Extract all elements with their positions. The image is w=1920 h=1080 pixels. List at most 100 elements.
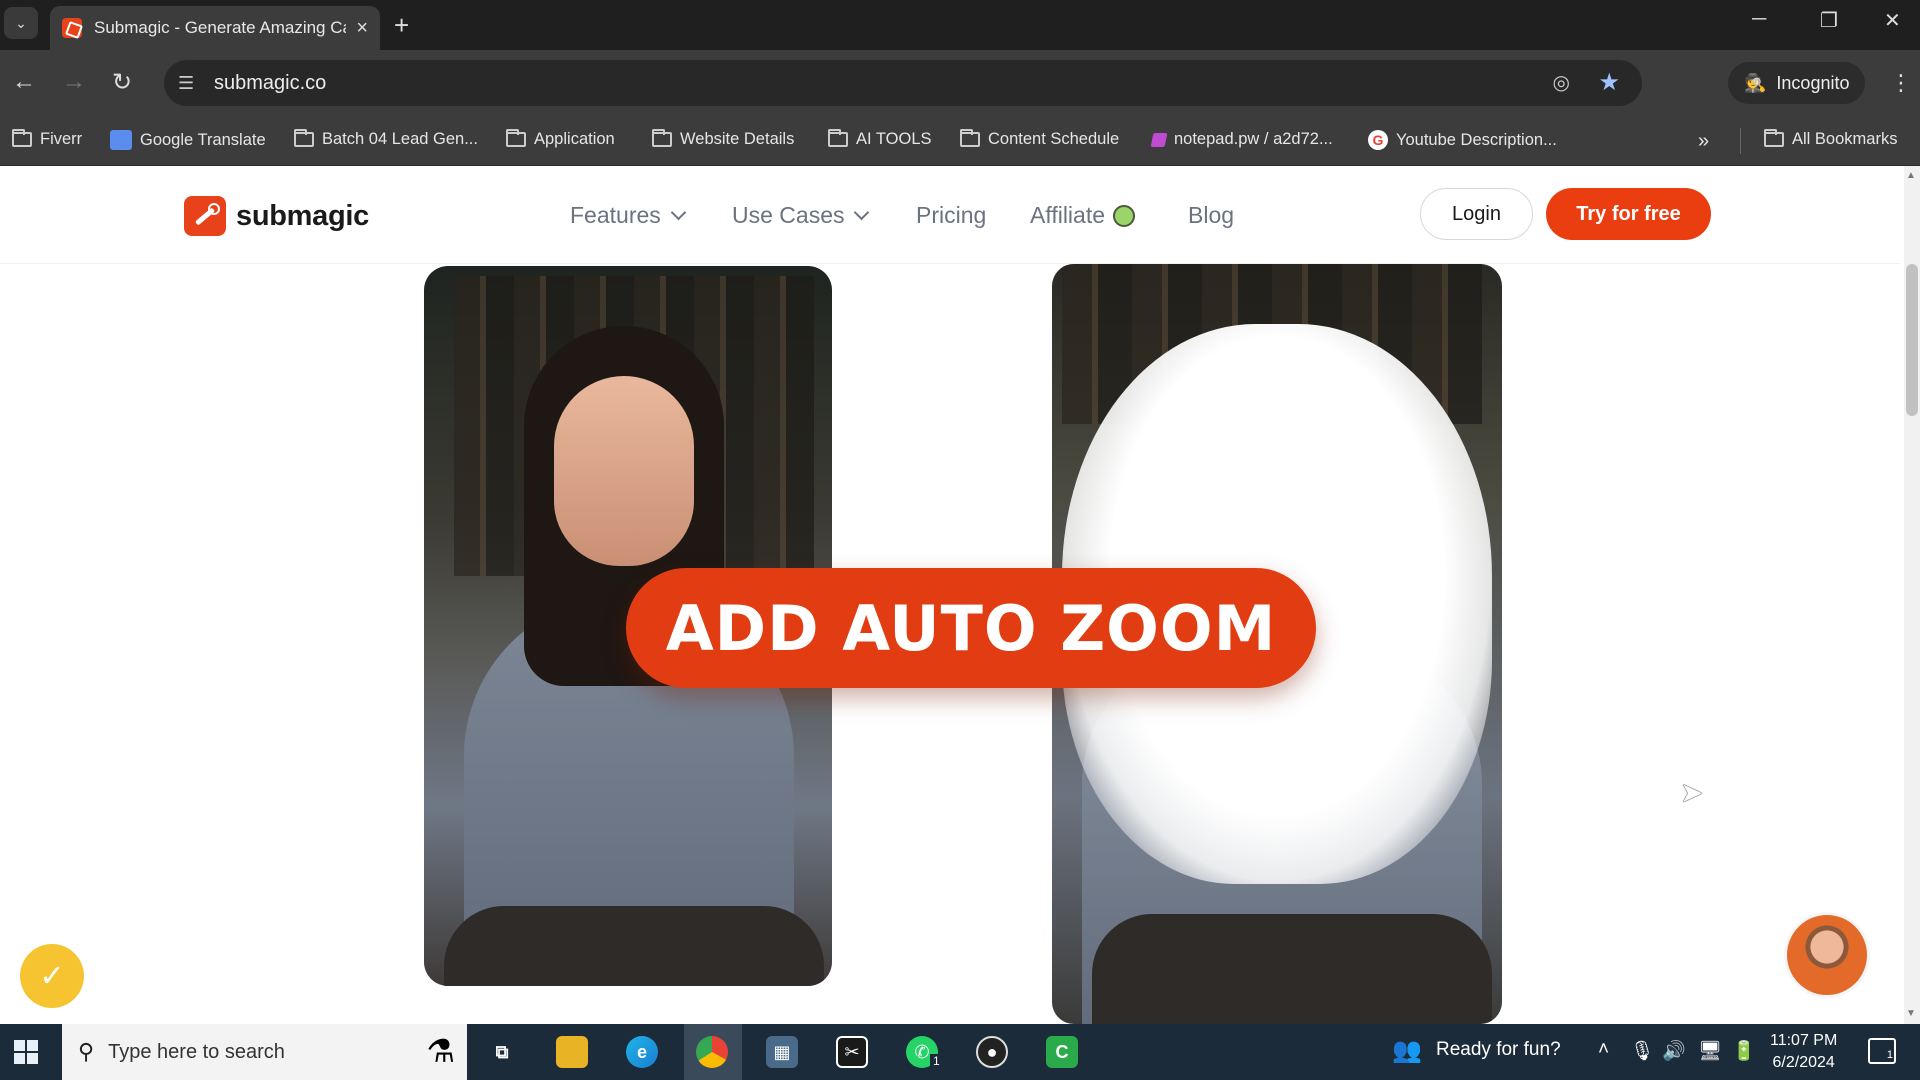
incognito-indicator[interactable]: 🕵 Incognito xyxy=(1728,62,1866,104)
calculator-icon[interactable]: ▦ xyxy=(766,1036,798,1068)
submagic-logo-icon xyxy=(184,196,226,236)
capcut-icon[interactable]: ✂ xyxy=(836,1036,868,1068)
web-page: submagic Features Use Cases Pricing Affi… xyxy=(0,166,1920,1024)
nav-blog[interactable]: Blog xyxy=(1188,202,1234,229)
chevron-down-icon xyxy=(670,204,687,221)
nav-label: Features xyxy=(570,202,661,228)
site-settings-icon[interactable]: ☰ xyxy=(178,73,202,94)
nav-label: Blog xyxy=(1188,202,1235,228)
folder-icon xyxy=(652,129,672,147)
chevron-down-icon: ⌄ xyxy=(15,14,27,31)
nav-label: Use Cases xyxy=(732,202,845,228)
submagic-logo[interactable]: submagic xyxy=(184,196,369,236)
bookmarks-divider xyxy=(1740,128,1741,154)
folder-icon xyxy=(12,129,32,147)
show-hidden-icons-chevron-icon[interactable]: ˄ xyxy=(1598,1039,1609,1061)
folder-icon xyxy=(294,129,314,147)
nav-affiliate[interactable]: Affiliate xyxy=(1030,202,1136,229)
file-explorer-icon[interactable] xyxy=(556,1036,588,1068)
bookmark-application[interactable]: Application xyxy=(506,129,615,149)
try-for-free-button[interactable]: Try for free xyxy=(1546,188,1711,240)
restore-button[interactable]: ❐ xyxy=(1820,8,1838,33)
bookmark-label: AI TOOLS xyxy=(856,130,932,148)
tab-search-button[interactable]: ⌄ xyxy=(4,7,38,39)
science-lab-icon: ⚗ xyxy=(426,1033,455,1069)
address-bar[interactable]: ☰ submagic.co ◎ ★ xyxy=(164,60,1642,106)
windows-start-icon[interactable] xyxy=(14,1040,38,1064)
eye-off-icon[interactable]: ◎ xyxy=(1553,70,1570,95)
notification-count: 1 xyxy=(1886,1049,1893,1061)
scrollbar-thumb[interactable] xyxy=(1906,264,1918,416)
bookmark-label: Youtube Description... xyxy=(1396,130,1557,149)
notification-center-icon[interactable]: 1 xyxy=(1868,1038,1896,1064)
bookmark-label: notepad.pw / a2d72... xyxy=(1174,130,1333,148)
weather-status-text[interactable]: Ready for fun? xyxy=(1436,1039,1561,1061)
whatsapp-unread-badge: 1 xyxy=(930,1054,943,1068)
google-translate-icon xyxy=(110,130,132,150)
person-lap xyxy=(444,906,824,986)
camtasia-icon[interactable]: C xyxy=(1046,1036,1078,1068)
microphone-icon[interactable]: 🎙 xyxy=(1630,1039,1654,1063)
reload-icon[interactable]: ↻ xyxy=(112,68,132,97)
scroll-up-arrow-icon[interactable]: ▲ xyxy=(1906,170,1916,181)
bookmark-ai-tools[interactable]: AI TOOLS xyxy=(828,129,932,149)
window-close-button[interactable]: ✕ xyxy=(1884,8,1901,33)
folder-icon xyxy=(960,129,980,147)
taskbar-search-box[interactable]: ⚲ Type here to search ⚗ xyxy=(62,1024,467,1080)
submagic-favicon-icon xyxy=(62,18,82,38)
bookmark-google-translate[interactable]: Google Translate xyxy=(110,130,266,150)
nav-features[interactable]: Features xyxy=(570,202,687,229)
url-text[interactable]: submagic.co xyxy=(214,72,326,95)
bookmark-fiverr[interactable]: Fiverr xyxy=(12,129,83,149)
bookmark-label: Google Translate xyxy=(140,130,266,149)
nav-pricing[interactable]: Pricing xyxy=(916,202,986,229)
network-icon[interactable]: 🖥 xyxy=(1698,1039,1722,1063)
bookmark-label: Batch 04 Lead Gen... xyxy=(322,130,478,148)
back-arrow-icon[interactable]: ← xyxy=(12,68,36,96)
bookmark-youtube-description[interactable]: G Youtube Description... xyxy=(1368,130,1557,150)
nav-label: Pricing xyxy=(916,202,987,228)
scroll-down-arrow-icon[interactable]: ▼ xyxy=(1906,1008,1916,1019)
nav-use-cases[interactable]: Use Cases xyxy=(732,202,870,229)
screen: ⌄ Submagic - Generate Amazing Captions ×… xyxy=(0,0,1920,1080)
google-icon: G xyxy=(1368,130,1388,150)
bookmarks-overflow-button[interactable]: » xyxy=(1698,130,1709,153)
browser-tab-bar: ⌄ Submagic - Generate Amazing Captions ×… xyxy=(0,0,1920,50)
bookmark-content-schedule[interactable]: Content Schedule xyxy=(960,129,1119,149)
system-clock[interactable]: 11:07 PM 6/2/2024 xyxy=(1770,1030,1837,1074)
bookmarks-bar: Fiverr Google Translate Batch 04 Lead Ge… xyxy=(0,116,1920,166)
browser-tab-active[interactable]: Submagic - Generate Amazing Captions × xyxy=(50,6,380,50)
bookmark-label: Application xyxy=(534,130,615,148)
bookmark-website-details[interactable]: Website Details xyxy=(652,129,795,149)
all-bookmarks-button[interactable]: All Bookmarks xyxy=(1764,129,1897,149)
tab-title: Submagic - Generate Amazing Captions xyxy=(94,18,346,37)
support-chat-avatar[interactable] xyxy=(1784,912,1870,998)
tab-close-icon[interactable]: × xyxy=(356,17,368,40)
task-view-icon[interactable]: ⧉ xyxy=(486,1036,518,1068)
new-tab-button[interactable]: + xyxy=(394,10,409,41)
bookmark-label: Fiverr xyxy=(40,130,83,148)
forward-arrow-icon[interactable]: → xyxy=(62,68,86,96)
folder-icon xyxy=(1764,129,1784,147)
bookmark-notepad[interactable]: notepad.pw / a2d72... xyxy=(1150,130,1333,149)
chrome-icon[interactable] xyxy=(696,1036,728,1068)
mouse-cursor-icon: ➤ xyxy=(1680,777,1704,808)
login-button[interactable]: Login xyxy=(1420,188,1533,240)
edge-browser-icon[interactable]: e xyxy=(626,1036,658,1068)
bookmark-star-icon[interactable]: ★ xyxy=(1598,68,1620,97)
checkmark-widget-icon[interactable]: ✓ xyxy=(20,944,84,1008)
affiliate-badge-icon xyxy=(1113,204,1136,227)
weather-people-icon[interactable]: 👥 xyxy=(1392,1036,1422,1065)
more-menu-icon[interactable]: ⋮ xyxy=(1890,70,1912,96)
add-auto-zoom-banner: ADD AUTO ZOOM xyxy=(626,568,1316,688)
minimize-button[interactable]: ─ xyxy=(1752,8,1766,31)
folder-icon xyxy=(506,129,526,147)
screen-recorder-icon[interactable]: ● xyxy=(976,1036,1008,1068)
bookmark-label: Website Details xyxy=(680,130,795,148)
incognito-icon: 🕵 xyxy=(1744,72,1767,93)
battery-icon[interactable]: 🔋 xyxy=(1732,1039,1756,1063)
bookmark-batch-04[interactable]: Batch 04 Lead Gen... xyxy=(294,129,478,149)
browser-toolbar: ← → ↻ ☰ submagic.co ◎ ★ 🕵 Incognito ⋮ xyxy=(0,50,1920,116)
site-header: submagic Features Use Cases Pricing Affi… xyxy=(0,166,1900,264)
volume-icon[interactable]: 🔊 xyxy=(1662,1039,1686,1063)
